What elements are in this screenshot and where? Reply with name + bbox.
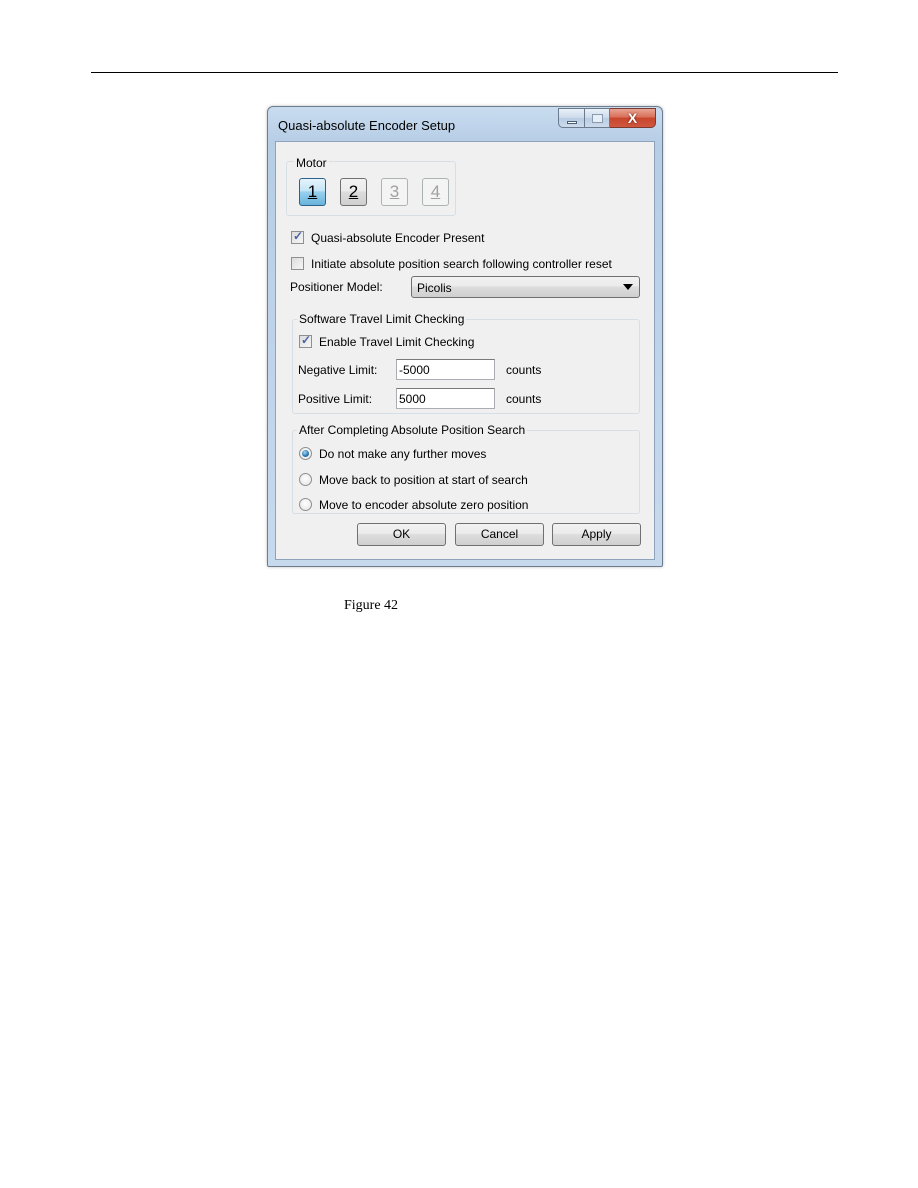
motor-4-button: 4: [422, 178, 449, 206]
motor-1-button[interactable]: 1: [299, 178, 326, 206]
enable-travel-limit-label[interactable]: Enable Travel Limit Checking: [319, 335, 474, 349]
window-title: Quasi-absolute Encoder Setup: [278, 118, 456, 133]
move-to-zero-radio[interactable]: [299, 498, 312, 511]
move-back-label[interactable]: Move back to position at start of search: [319, 473, 528, 487]
minimize-icon: [567, 121, 577, 124]
travel-limit-group-label: Software Travel Limit Checking: [297, 312, 467, 326]
initiate-search-checkbox[interactable]: [291, 257, 304, 270]
motor-1-label: 1: [307, 182, 318, 201]
no-further-moves-radio[interactable]: [299, 447, 312, 460]
positioner-model-select[interactable]: Picolis: [411, 276, 640, 298]
negative-limit-label: Negative Limit:: [298, 363, 378, 377]
positioner-model-value: Picolis: [417, 281, 452, 295]
positive-limit-label: Positive Limit:: [298, 392, 373, 406]
minimize-button[interactable]: [558, 108, 584, 128]
motor-2-button[interactable]: 2: [340, 178, 367, 206]
negative-limit-input[interactable]: -5000: [396, 359, 495, 380]
figure-caption: Figure 42: [344, 598, 399, 613]
page-header-rule: [91, 72, 838, 73]
initiate-search-label[interactable]: Initiate absolute position search follow…: [311, 257, 612, 271]
no-further-moves-label[interactable]: Do not make any further moves: [319, 447, 486, 461]
motor-3-button: 3: [381, 178, 408, 206]
close-icon: X: [627, 110, 638, 126]
close-button[interactable]: X: [610, 108, 656, 128]
dropdown-arrow-icon: [623, 284, 633, 290]
encoder-present-checkbox[interactable]: [291, 229, 304, 244]
maximize-icon: [592, 114, 603, 123]
motor-4-label: 4: [430, 182, 441, 201]
caption-buttons: X: [558, 108, 656, 128]
positioner-model-label: Positioner Model:: [290, 280, 383, 294]
title-bar[interactable]: Quasi-absolute Encoder Setup X: [268, 107, 662, 141]
move-back-radio[interactable]: [299, 473, 312, 486]
motor-2-label: 2: [348, 182, 359, 201]
motor-group-label: Motor: [294, 156, 329, 170]
cancel-button[interactable]: Cancel: [455, 523, 544, 546]
move-to-zero-label[interactable]: Move to encoder absolute zero position: [319, 498, 528, 512]
motor-3-label: 3: [389, 182, 400, 201]
positive-limit-input[interactable]: 5000: [396, 388, 495, 409]
encoder-present-label[interactable]: Quasi-absolute Encoder Present: [311, 231, 484, 245]
positive-limit-unit: counts: [506, 392, 542, 406]
apply-button[interactable]: Apply: [552, 523, 641, 546]
enable-travel-limit-checkbox[interactable]: [299, 333, 312, 348]
maximize-button: [584, 108, 610, 128]
dialog-client-area: Motor 1 2 3 4 Quasi-absolute Encoder Pre…: [275, 141, 655, 560]
ok-button[interactable]: OK: [357, 523, 446, 546]
negative-limit-unit: counts: [506, 363, 542, 377]
encoder-setup-dialog: Quasi-absolute Encoder Setup X Motor 1 2…: [267, 106, 663, 567]
after-search-group-label: After Completing Absolute Position Searc…: [297, 423, 528, 437]
